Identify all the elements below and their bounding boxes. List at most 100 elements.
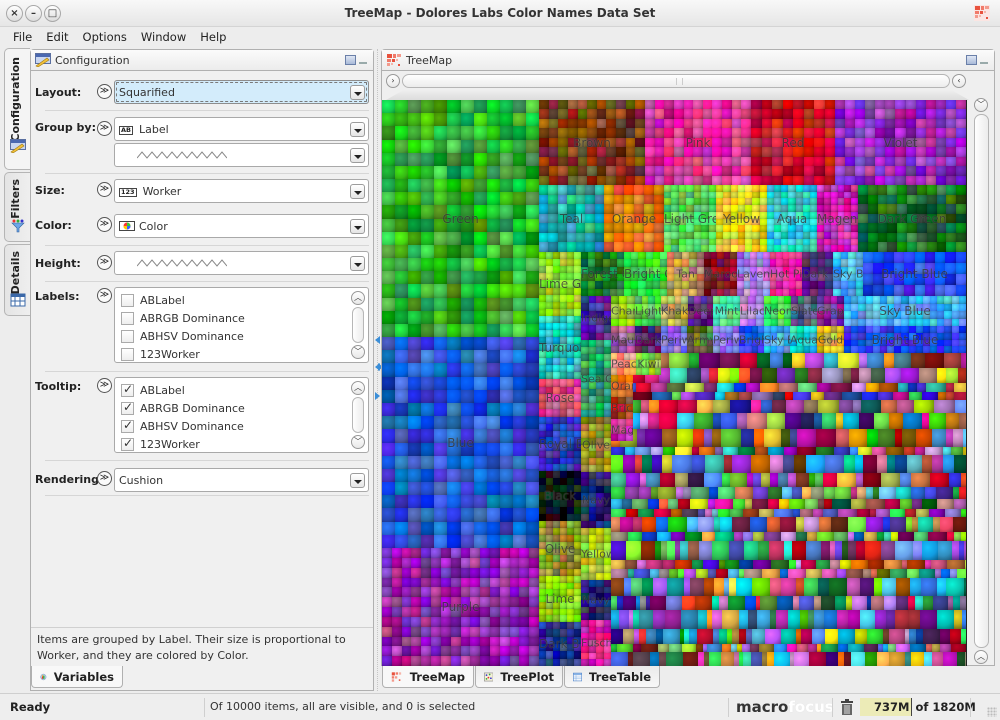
treemap-item[interactable] [447,534,462,548]
treemap-item[interactable] [401,567,412,578]
treemap-item[interactable] [884,560,902,569]
treemap-item[interactable] [382,616,392,627]
treemap-item[interactable] [525,521,539,536]
treemap-item[interactable] [434,468,449,483]
treemap-item[interactable] [395,179,410,193]
treemap-item[interactable] [499,429,514,444]
treemap-item[interactable] [840,560,851,569]
treemap-item[interactable] [395,139,410,154]
treemap-item[interactable] [663,447,675,455]
treemap-item[interactable] [696,288,704,296]
treemap-item[interactable] [678,400,697,413]
treemap-item[interactable] [623,629,634,644]
scroll-down-button[interactable]: ﹀ [351,435,365,449]
treemap-item[interactable] [473,310,488,325]
treemap-item[interactable] [883,517,890,532]
treemap-item[interactable] [512,521,527,536]
treemap-item[interactable] [382,192,396,207]
treemap-item[interactable] [848,517,866,532]
treemap-item[interactable] [509,557,520,568]
treemap-item[interactable] [411,616,422,627]
treemap-item[interactable] [897,185,908,195]
treemap-item[interactable] [499,389,514,404]
treemap-item[interactable] [668,499,678,509]
treemap-item[interactable] [512,534,527,548]
treemap-item[interactable] [382,567,392,578]
treemap-item[interactable] [907,204,918,215]
treemap-item[interactable] [408,521,423,536]
treemap-item[interactable] [937,368,946,383]
treemap-item[interactable] [653,578,667,596]
treemap-item[interactable] [460,521,475,536]
treemap-item[interactable] [672,392,681,400]
treemap-item[interactable] [460,113,475,128]
treemap-item[interactable] [894,353,911,368]
treemap-item[interactable] [634,204,644,215]
treemap-item[interactable] [855,288,863,296]
treemap-item[interactable] [709,487,718,499]
treemap-item[interactable] [824,175,835,185]
treemap-item[interactable] [395,429,410,444]
treemap-item[interactable] [741,429,754,447]
treemap-item[interactable] [611,578,624,596]
treemap-item[interactable] [460,192,475,207]
treemap-item[interactable] [675,473,688,487]
treemap-item[interactable] [887,455,895,473]
treemap-item[interactable] [799,596,814,610]
treemap-item[interactable] [470,616,481,627]
treemap-item[interactable] [434,165,449,180]
scroll-track[interactable] [402,74,950,88]
treemap-item[interactable] [936,242,947,252]
treemap-item[interactable] [391,587,402,598]
treemap-item[interactable] [512,152,527,167]
treemap-item[interactable] [877,213,888,224]
treemap-item[interactable] [525,389,539,404]
treemap-item[interactable] [450,587,461,598]
treemap-item[interactable] [440,548,451,558]
treemap-item[interactable] [961,473,966,487]
treemap-item[interactable] [512,271,527,286]
treemap-group-maroon[interactable]: Maroon [704,252,737,296]
treemap-item[interactable] [752,392,773,400]
treemap-item[interactable] [553,409,560,417]
treemap-item[interactable] [932,455,943,473]
treemap-item[interactable] [759,509,774,517]
treemap-item[interactable] [395,244,410,259]
treemap-group-mint[interactable]: Mint [713,296,740,326]
treemap-item[interactable] [611,532,628,541]
treemap-group-forest-green[interactable]: Forest Green [581,252,624,296]
treemap-group-neon-green[interactable]: Neon Green [764,296,791,326]
treemap-item[interactable] [431,597,442,608]
treemap-item[interactable] [539,464,546,471]
treemap-item[interactable] [603,354,611,361]
treemap-item[interactable] [659,413,677,429]
treemap-item[interactable] [730,400,751,413]
treemap-item[interactable] [804,517,819,532]
treemap-item[interactable] [470,636,481,647]
treemap-item[interactable] [382,597,392,608]
treemap-item[interactable] [874,413,889,429]
treemap-item[interactable] [682,596,695,610]
treemap-item[interactable] [440,646,451,657]
treemap-item[interactable] [645,429,662,447]
treemap-item[interactable] [480,567,491,578]
treemap-item[interactable] [867,429,878,447]
treemap-item[interactable] [739,610,748,629]
treemap-item[interactable] [525,468,539,483]
treemap-item[interactable] [525,100,539,114]
treemap-item[interactable] [619,346,627,353]
treemap-item[interactable] [382,310,396,325]
treemap-item[interactable] [824,487,835,499]
treemap-item[interactable] [751,455,770,473]
treemap-item[interactable] [431,548,442,558]
treemap-item[interactable] [642,455,652,473]
treemap-item[interactable] [611,569,628,578]
treemap-item[interactable] [946,578,964,596]
treemap-item[interactable] [473,165,488,180]
treemap-item[interactable] [958,318,966,326]
treemap-item[interactable] [636,383,651,392]
treemap-item[interactable] [512,113,527,128]
treemap-item[interactable] [574,308,581,316]
treemap-item[interactable] [519,587,530,598]
treemap-item[interactable] [659,569,669,578]
